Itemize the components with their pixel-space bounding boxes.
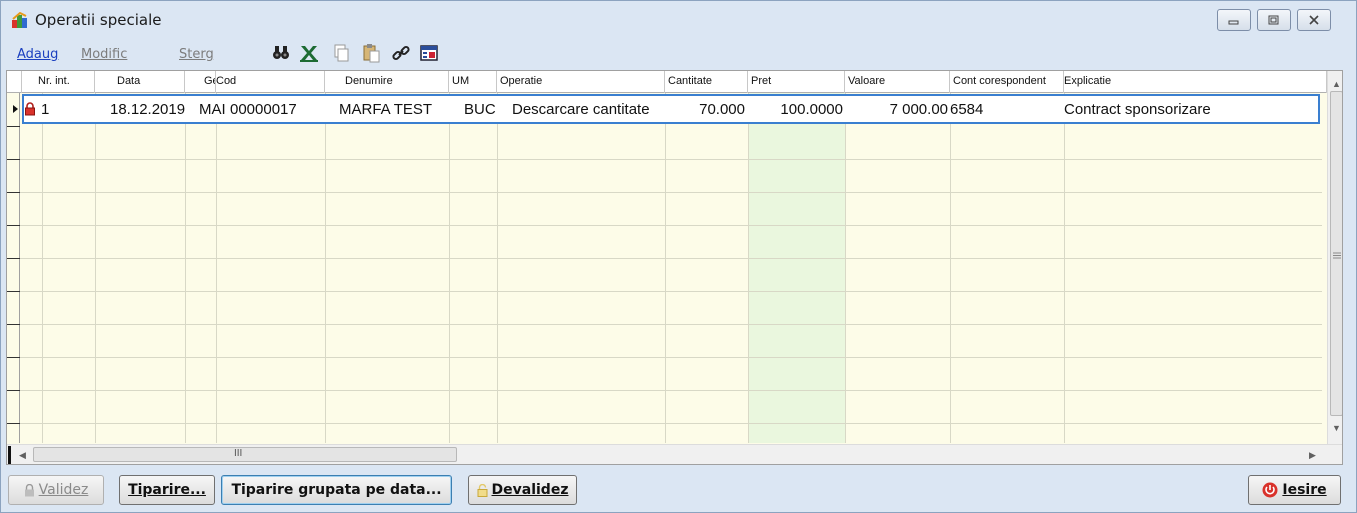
paste-icon[interactable] — [361, 43, 381, 63]
title-bar: Operatii speciale — [1, 1, 1356, 37]
scroll-up-icon[interactable]: ▲ — [1332, 79, 1341, 89]
copy-icon[interactable] — [331, 43, 351, 63]
vertical-scroll-thumb[interactable] — [1330, 91, 1342, 416]
row-tick — [7, 324, 20, 325]
window-title: Operatii speciale — [35, 11, 162, 29]
print-label: Tiparire... — [128, 482, 206, 498]
unlock-icon — [477, 483, 488, 497]
row-tick — [7, 126, 20, 127]
delete-link[interactable]: Sterg — [179, 47, 214, 62]
cell-cont: 6584 — [950, 101, 984, 118]
operations-grid: Nr. int. Data Gest Cod Denumire UM Opera… — [6, 70, 1343, 465]
modify-link[interactable]: Modific — [81, 47, 127, 62]
header-explicatie[interactable]: Explicatie — [1064, 71, 1327, 93]
row-tick — [7, 291, 20, 292]
exit-label: Iesire — [1282, 482, 1327, 498]
maximize-button[interactable] — [1257, 9, 1291, 31]
row-tick — [7, 192, 20, 193]
row-tick — [7, 357, 20, 358]
grid-line — [7, 159, 1322, 160]
cell-um: BUC — [464, 101, 496, 118]
app-icon — [12, 12, 27, 28]
toolbar: Adaug Modific Sterg — [1, 38, 1356, 68]
row-tick — [7, 258, 20, 259]
grid-line — [7, 390, 1322, 391]
table-row[interactable]: 1 18.12.2019 MAI 00000017 MARFA TEST BUC… — [22, 94, 1320, 124]
cell-gest: MAI — [199, 101, 226, 118]
cell-denumire: MARFA TEST — [339, 101, 433, 118]
app-window: Operatii speciale Adaug Modific Sterg Nr… — [0, 0, 1357, 513]
minimize-button[interactable] — [1217, 9, 1251, 31]
grip-mark: III — [234, 448, 243, 459]
grid-line — [7, 291, 1322, 292]
grid-line — [7, 324, 1322, 325]
unvalidate-label: Devalidez — [491, 482, 569, 498]
minimize-icon — [1228, 20, 1239, 25]
print-button[interactable]: Tiparire... — [119, 475, 215, 505]
row-tick — [7, 390, 20, 391]
close-button[interactable] — [1297, 9, 1331, 31]
print-grouped-button[interactable]: Tiparire grupata pe data... — [221, 475, 452, 505]
validate-button[interactable]: Validez — [8, 475, 104, 505]
vertical-scrollbar[interactable]: ▲ ▼ — [1327, 71, 1342, 444]
grid-line — [7, 357, 1322, 358]
restore-icon — [1268, 15, 1279, 25]
table-columns-icon[interactable] — [419, 43, 439, 63]
header-um[interactable]: UM — [449, 71, 497, 93]
grid-line — [7, 423, 1322, 424]
scroll-right-icon[interactable]: ▶ — [1309, 450, 1316, 461]
horizontal-scrollbar[interactable]: ◀ III ▶ — [7, 444, 1342, 464]
cell-operatie: Descarcare cantitate — [512, 101, 650, 118]
link-icon[interactable] — [391, 43, 411, 63]
print-grouped-label: Tiparire grupata pe data... — [231, 482, 442, 498]
grid-header: Nr. int. Data Gest Cod Denumire UM Opera… — [7, 71, 1327, 93]
header-denumire[interactable]: Denumire — [325, 71, 449, 93]
header-valoare[interactable]: Valoare — [845, 71, 950, 93]
scroll-left-icon[interactable]: ◀ — [19, 450, 26, 461]
row-marker — [8, 446, 11, 464]
binoculars-icon[interactable] — [271, 43, 291, 63]
header-cantitate[interactable]: Cantitate — [665, 71, 748, 93]
lock-icon — [24, 483, 34, 496]
header-indicator — [7, 71, 22, 93]
header-cont[interactable]: Cont corespondent — [950, 71, 1064, 93]
power-icon — [1262, 482, 1278, 498]
lock-icon — [25, 102, 35, 116]
row-tick — [7, 225, 20, 226]
cell-data: 18.12.2019 — [110, 101, 186, 118]
header-operatie[interactable]: Operatie — [497, 71, 665, 93]
cell-cod: 00000017 — [230, 101, 297, 118]
cell-nr-int: 1 — [41, 101, 50, 118]
header-pret[interactable]: Pret — [748, 71, 845, 93]
add-link[interactable]: Adaug — [17, 47, 58, 62]
cell-pret: 100.0000 — [780, 101, 843, 118]
row-tick — [7, 423, 20, 424]
cell-cantitate: 70.000 — [699, 101, 745, 118]
grid-line — [7, 258, 1322, 259]
cell-explicatie: Contract sponsorizare — [1064, 101, 1211, 118]
validate-label: Validez — [38, 482, 89, 498]
close-icon — [1309, 15, 1319, 25]
horizontal-scroll-thumb[interactable]: III — [33, 447, 457, 462]
cell-valoare: 7 000.00 — [889, 101, 948, 118]
grid-line — [7, 192, 1322, 193]
grid-line — [7, 225, 1322, 226]
current-row-arrow-icon — [13, 105, 18, 113]
row-tick — [7, 159, 20, 160]
header-nr-int[interactable]: Nr. int. — [22, 71, 95, 93]
header-data[interactable]: Data — [95, 71, 185, 93]
scroll-down-icon[interactable]: ▼ — [1332, 423, 1341, 433]
exit-button[interactable]: Iesire — [1248, 475, 1341, 505]
header-cod[interactable]: Cod — [216, 71, 325, 93]
row-indicator-column — [7, 93, 20, 443]
grip-icon — [1333, 252, 1341, 259]
excel-icon[interactable] — [299, 43, 319, 63]
header-gest[interactable]: Gest — [185, 71, 216, 93]
unvalidate-button[interactable]: Devalidez — [468, 475, 577, 505]
